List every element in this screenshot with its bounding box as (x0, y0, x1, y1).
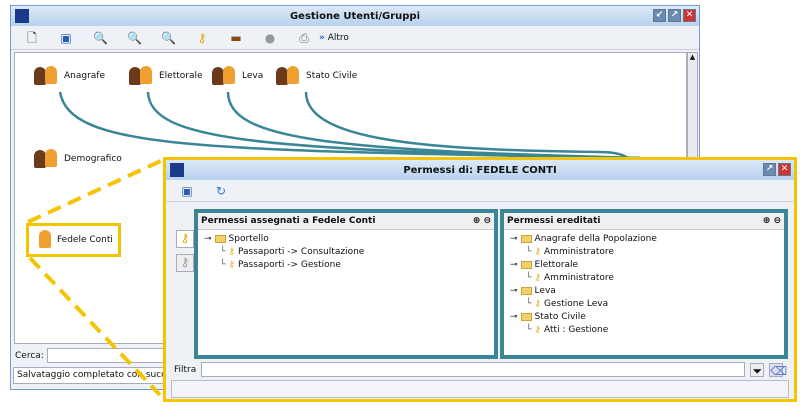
tree-folder[interactable]: ⊸ Leva (510, 285, 778, 298)
refresh-icon[interactable]: ↻ (214, 184, 228, 198)
dialog-title: Permessi di: FEDELE CONTI (403, 164, 557, 176)
tree-folder[interactable]: ⊸ Anagrafe della Popolazione (510, 233, 778, 246)
key-icon: ⚷ (534, 273, 542, 283)
zoom-out-icon[interactable]: ⊖ (483, 216, 491, 226)
zoom-out-icon[interactable]: ⊖ (773, 216, 781, 226)
permission-label: Amministratore (544, 247, 614, 257)
permission-label: Gestione Leva (544, 299, 609, 309)
folder-icon (520, 234, 532, 243)
permission-label: Passaporti -> Consultazione (238, 247, 365, 257)
key-icon: ⚷ (534, 247, 542, 257)
assigned-tree: ⊸ Sportello └ ⚷ Passaporti -> Consultazione └… (198, 230, 494, 275)
folder-label: Leva (534, 286, 556, 296)
callout-line-top (27, 158, 164, 224)
clear-filter-icon[interactable]: ⌫ (769, 362, 787, 378)
permission-label: Atti : Gestione (544, 325, 609, 335)
folder-label: Anagrafe della Popolazione (534, 234, 657, 244)
inherited-permissions-panel: Permessi ereditati ⊕ ⊖ ⊸ Anagrafe della Po… (500, 209, 788, 359)
dialog-toolbar: ▣ ↻ (166, 180, 794, 202)
zoom-in-icon[interactable]: ⊕ (763, 216, 771, 226)
remove-permission-button[interactable]: ⚷ (176, 254, 194, 272)
app-logo-icon (170, 163, 184, 177)
folder-icon (520, 286, 532, 295)
filter-input[interactable] (201, 362, 746, 377)
tree-item[interactable]: └ ⚷ Amministratore (510, 246, 778, 259)
key-icon: ⚷ (228, 260, 236, 270)
tree-folder[interactable]: ⊸ Elettorale (510, 259, 778, 272)
permission-label: Passaporti -> Gestione (238, 260, 341, 270)
dialog-titlebar: Permessi di: FEDELE CONTI ↗ ✕ (166, 160, 794, 180)
tree-folder[interactable]: ⊸ Sportello (204, 233, 488, 246)
maximize-button[interactable]: ↗ (763, 163, 776, 176)
tree-item[interactable]: └ ⚷ Passaporti -> Consultazione (204, 246, 488, 259)
filter-label: Filtra (174, 364, 197, 375)
callout-line-bottom (28, 256, 162, 397)
permission-label: Amministratore (544, 273, 614, 283)
panel-header: Permessi assegnati a Fedele Conti (201, 216, 376, 226)
folder-label: Stato Civile (534, 312, 586, 322)
folder-icon (520, 260, 532, 269)
arrow-leva (226, 91, 641, 160)
key-icon: ⚷ (534, 299, 542, 309)
folder-label: Elettorale (534, 260, 579, 270)
permissions-dialog: Permessi di: FEDELE CONTI ↗ ✕ ▣ ↻ ⚷ ⚷ Per… (163, 157, 797, 402)
dialog-status-bar (171, 380, 789, 398)
folder-icon (520, 312, 532, 321)
filter-icon[interactable]: ⏷ (750, 362, 765, 378)
add-permission-button[interactable]: ⚷ (176, 230, 194, 248)
tree-item[interactable]: └ ⚷ Passaporti -> Gestione (204, 259, 488, 272)
tree-item[interactable]: └ ⚷ Atti : Gestione (510, 324, 778, 337)
zoom-in-icon[interactable]: ⊕ (473, 216, 481, 226)
assigned-permissions-panel: Permessi assegnati a Fedele Conti ⊕ ⊖ ⊸ Sp… (194, 209, 498, 359)
tree-item[interactable]: └ ⚷ Gestione Leva (510, 298, 778, 311)
tree-folder[interactable]: ⊸ Stato Civile (510, 311, 778, 324)
panel-header: Permessi ereditati (507, 216, 601, 226)
tree-item[interactable]: └ ⚷ Amministratore (510, 272, 778, 285)
folder-icon (214, 234, 226, 243)
close-button[interactable]: ✕ (778, 163, 791, 176)
key-icon: ⚷ (228, 247, 236, 257)
folder-label: Sportello (228, 234, 269, 244)
inherited-tree: ⊸ Anagrafe della Popolazione └ ⚷ Amministrat… (504, 230, 784, 340)
save-icon[interactable]: ▣ (180, 184, 194, 198)
key-icon: ⚷ (534, 325, 542, 335)
